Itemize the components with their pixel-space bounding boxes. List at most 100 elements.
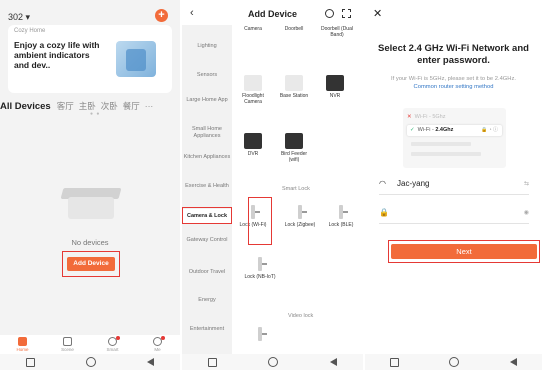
video-lock-header: Video lock: [288, 313, 314, 319]
system-nav-bar: [182, 354, 363, 370]
wifi-band-illustration: ✕ Wi-Fi - 5Ghz ✓ Wi-Fi - 2.4Ghz 🔒 ◔ ⓘ: [403, 108, 506, 168]
notification-dot: [160, 336, 165, 340]
cross-icon: ✕: [407, 114, 412, 120]
category-highlight-box: [182, 207, 232, 224]
floodlight-camera-icon: [244, 75, 262, 91]
tab-smart[interactable]: Smart: [98, 335, 128, 354]
home-selector[interactable]: 302 ▾: [8, 12, 30, 23]
device-floodlight[interactable]: Floodlight Camera: [235, 75, 271, 105]
tab-scene[interactable]: Scene: [53, 335, 83, 354]
no-devices-text: No devices: [71, 238, 109, 247]
room-tabs: All Devices 客厅 主卧 次卧 餐厅 ···: [0, 100, 180, 112]
tab-room-dining[interactable]: 餐厅: [123, 100, 140, 112]
home-nav-icon[interactable]: [268, 357, 279, 367]
category-small-home-appliances[interactable]: Small Home Appliances: [182, 126, 232, 140]
lock-icon: [291, 204, 309, 220]
category-outdoor[interactable]: Outdoor Travel: [182, 269, 232, 276]
category-gateway[interactable]: Gateway Control: [182, 237, 232, 244]
nvr-icon: [326, 75, 344, 91]
lock-icon: [251, 256, 269, 272]
switch-network-icon[interactable]: ⇆: [524, 180, 529, 187]
wifi-24ghz-option: ✓ Wi-Fi - 2.4Ghz 🔒 ◔ ⓘ: [407, 125, 502, 136]
category-entertainment[interactable]: Entertainment: [182, 326, 232, 333]
device-lock-nbiot[interactable]: Lock (NB-IoT): [242, 256, 278, 280]
device-bird-feeder[interactable]: Bird Feeder (wifi): [276, 133, 312, 163]
banner-image: [116, 41, 156, 77]
header: ‹ Add Device: [182, 7, 363, 23]
bird-feeder-icon: [285, 133, 303, 149]
category-kitchen[interactable]: Kitchen Appliances: [182, 154, 232, 161]
tab-room-second[interactable]: 次卧: [101, 100, 118, 112]
back-nav-icon[interactable]: [147, 358, 155, 366]
tab-home[interactable]: Home: [8, 335, 38, 354]
wifi-5ghz-option: ✕ Wi-Fi - 5Ghz: [407, 114, 446, 120]
banner-title: Enjoy a cozy life with ambient indicator…: [14, 40, 100, 70]
device-nvr[interactable]: NVR: [317, 75, 353, 99]
next-highlight-box: [388, 240, 540, 263]
device-base-station[interactable]: Base Station: [276, 75, 312, 99]
back-nav-icon[interactable]: [330, 358, 338, 366]
category-large-home-app[interactable]: Large Home App: [182, 97, 232, 104]
home-nav-icon[interactable]: [449, 357, 460, 367]
page-title: Add Device: [247, 9, 298, 19]
device-lock-ble[interactable]: Lock (BLE): [323, 204, 359, 228]
add-device-screen: ‹ Add Device Lighting Sensors Large Home…: [182, 0, 363, 370]
bottom-tab-bar: Home Scene Smart Me: [0, 335, 180, 354]
system-nav-bar: [365, 354, 542, 370]
wifi-subtitle: If your Wi-Fi is 5GHz, please set it to …: [391, 76, 516, 90]
cozy-home-banner[interactable]: Cozy Home Enjoy a cozy life with ambient…: [8, 25, 172, 117]
qr-scan-icon[interactable]: [342, 9, 351, 18]
ssid-field[interactable]: ◠ Jac-yang ⇆: [379, 176, 529, 195]
device-doorbell-dual[interactable]: Doorbell (Dual Band): [317, 26, 357, 38]
device-doorbell[interactable]: Doorbell: [276, 26, 312, 32]
dvr-icon: [244, 133, 262, 149]
placeholder-row: [411, 152, 481, 156]
router-setting-link[interactable]: Common router setting method: [414, 84, 494, 90]
category-list: Lighting Sensors Large Home App Small Ho…: [182, 25, 232, 354]
back-nav-icon[interactable]: [509, 358, 517, 366]
scene-icon: [63, 337, 72, 346]
more-rooms-icon[interactable]: ···: [145, 101, 154, 111]
highlight-box: [62, 251, 120, 277]
tab-room-living[interactable]: 客厅: [57, 100, 74, 112]
category-exercise[interactable]: Exercise & Health: [182, 183, 232, 190]
device-video-lock[interactable]: [242, 326, 278, 341]
recents-icon[interactable]: [390, 357, 400, 367]
lock-icon: 🔒: [379, 208, 389, 217]
wifi-icon: ◠: [379, 179, 386, 188]
check-icon: ✓: [410, 127, 415, 133]
wifi-title: Select 2.4 GHz Wi-Fi Network and enter p…: [378, 43, 529, 66]
password-field[interactable]: 🔒 ◉: [379, 205, 529, 224]
device-dvr[interactable]: DVR: [235, 133, 271, 157]
lock-icon: [332, 204, 350, 220]
home-screen: 302 ▾ + Cozy Home Enjoy a cozy life with…: [0, 0, 180, 370]
home-nav-icon[interactable]: [85, 357, 96, 367]
system-nav-bar: [0, 354, 180, 370]
tab-room-master[interactable]: 主卧: [79, 100, 96, 112]
auto-scan-icon[interactable]: [325, 9, 334, 18]
home-icon: [18, 337, 27, 346]
base-station-icon: [285, 75, 303, 91]
close-icon[interactable]: ✕: [373, 7, 382, 20]
smart-lock-header: Smart Lock: [282, 186, 310, 192]
empty-box-illustration: [60, 185, 122, 221]
notification-dot: [115, 336, 120, 340]
device-lock-zigbee[interactable]: Lock (Zigbee): [282, 204, 318, 228]
category-sensors[interactable]: Sensors: [182, 72, 232, 79]
add-plus-button[interactable]: +: [155, 9, 168, 22]
wifi-setup-screen: ✕ Select 2.4 GHz Wi-Fi Network and enter…: [365, 0, 542, 370]
category-energy[interactable]: Energy: [182, 297, 232, 304]
banner-label: Cozy Home: [14, 28, 46, 34]
video-lock-icon: [251, 326, 269, 341]
tab-me[interactable]: Me: [143, 335, 173, 354]
recents-icon[interactable]: [207, 357, 217, 367]
wifi-status-icons: 🔒 ◔ ⓘ: [480, 127, 498, 133]
placeholder-row: [411, 142, 471, 146]
lock-wifi-highlight-box: [248, 197, 272, 245]
device-camera[interactable]: Camera: [235, 26, 271, 32]
recents-icon[interactable]: [25, 357, 35, 367]
category-lighting[interactable]: Lighting: [182, 43, 232, 50]
tab-all-devices[interactable]: All Devices: [0, 101, 51, 112]
show-password-icon[interactable]: ◉: [524, 209, 529, 216]
ssid-value: Jac-yang: [397, 179, 430, 188]
